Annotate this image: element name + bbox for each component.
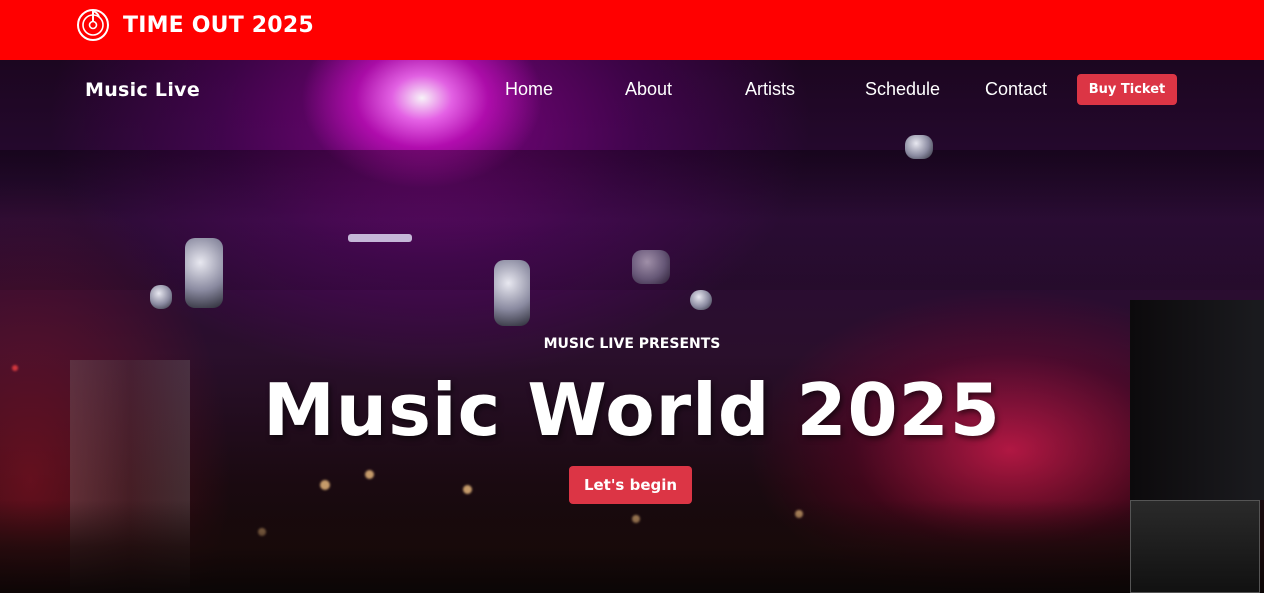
nav-link-home[interactable]: Home xyxy=(505,79,553,100)
nav-brand[interactable]: Music Live xyxy=(85,79,200,101)
nav-link-about[interactable]: About xyxy=(625,79,672,100)
stage-light xyxy=(632,250,670,284)
lets-begin-button[interactable]: Let's begin xyxy=(569,466,692,504)
bokeh-light xyxy=(320,480,330,490)
hero-title: Music World 2025 xyxy=(263,368,1001,452)
buy-ticket-button[interactable]: Buy Ticket xyxy=(1077,74,1177,105)
stage-light xyxy=(494,260,530,326)
hero-poster xyxy=(1130,500,1260,593)
stage-light xyxy=(150,285,172,309)
stage-light xyxy=(185,238,223,308)
stage-light xyxy=(905,135,933,159)
nav-link-schedule[interactable]: Schedule xyxy=(865,79,940,100)
site-title: TIME OUT 2025 xyxy=(123,13,314,38)
nav-link-contact[interactable]: Contact xyxy=(985,79,1047,100)
hero-section xyxy=(0,60,1264,593)
nav-link-artists[interactable]: Artists xyxy=(745,79,795,100)
hero-subtitle: MUSIC LIVE PRESENTS xyxy=(543,336,721,352)
bokeh-light xyxy=(365,470,374,479)
bokeh-light xyxy=(463,485,472,494)
hero-crowd xyxy=(0,500,1264,593)
top-banner: TIME OUT 2025 xyxy=(0,0,1264,60)
music-disc-icon xyxy=(77,9,109,41)
stage-light xyxy=(348,234,412,242)
stage-light xyxy=(690,290,712,310)
